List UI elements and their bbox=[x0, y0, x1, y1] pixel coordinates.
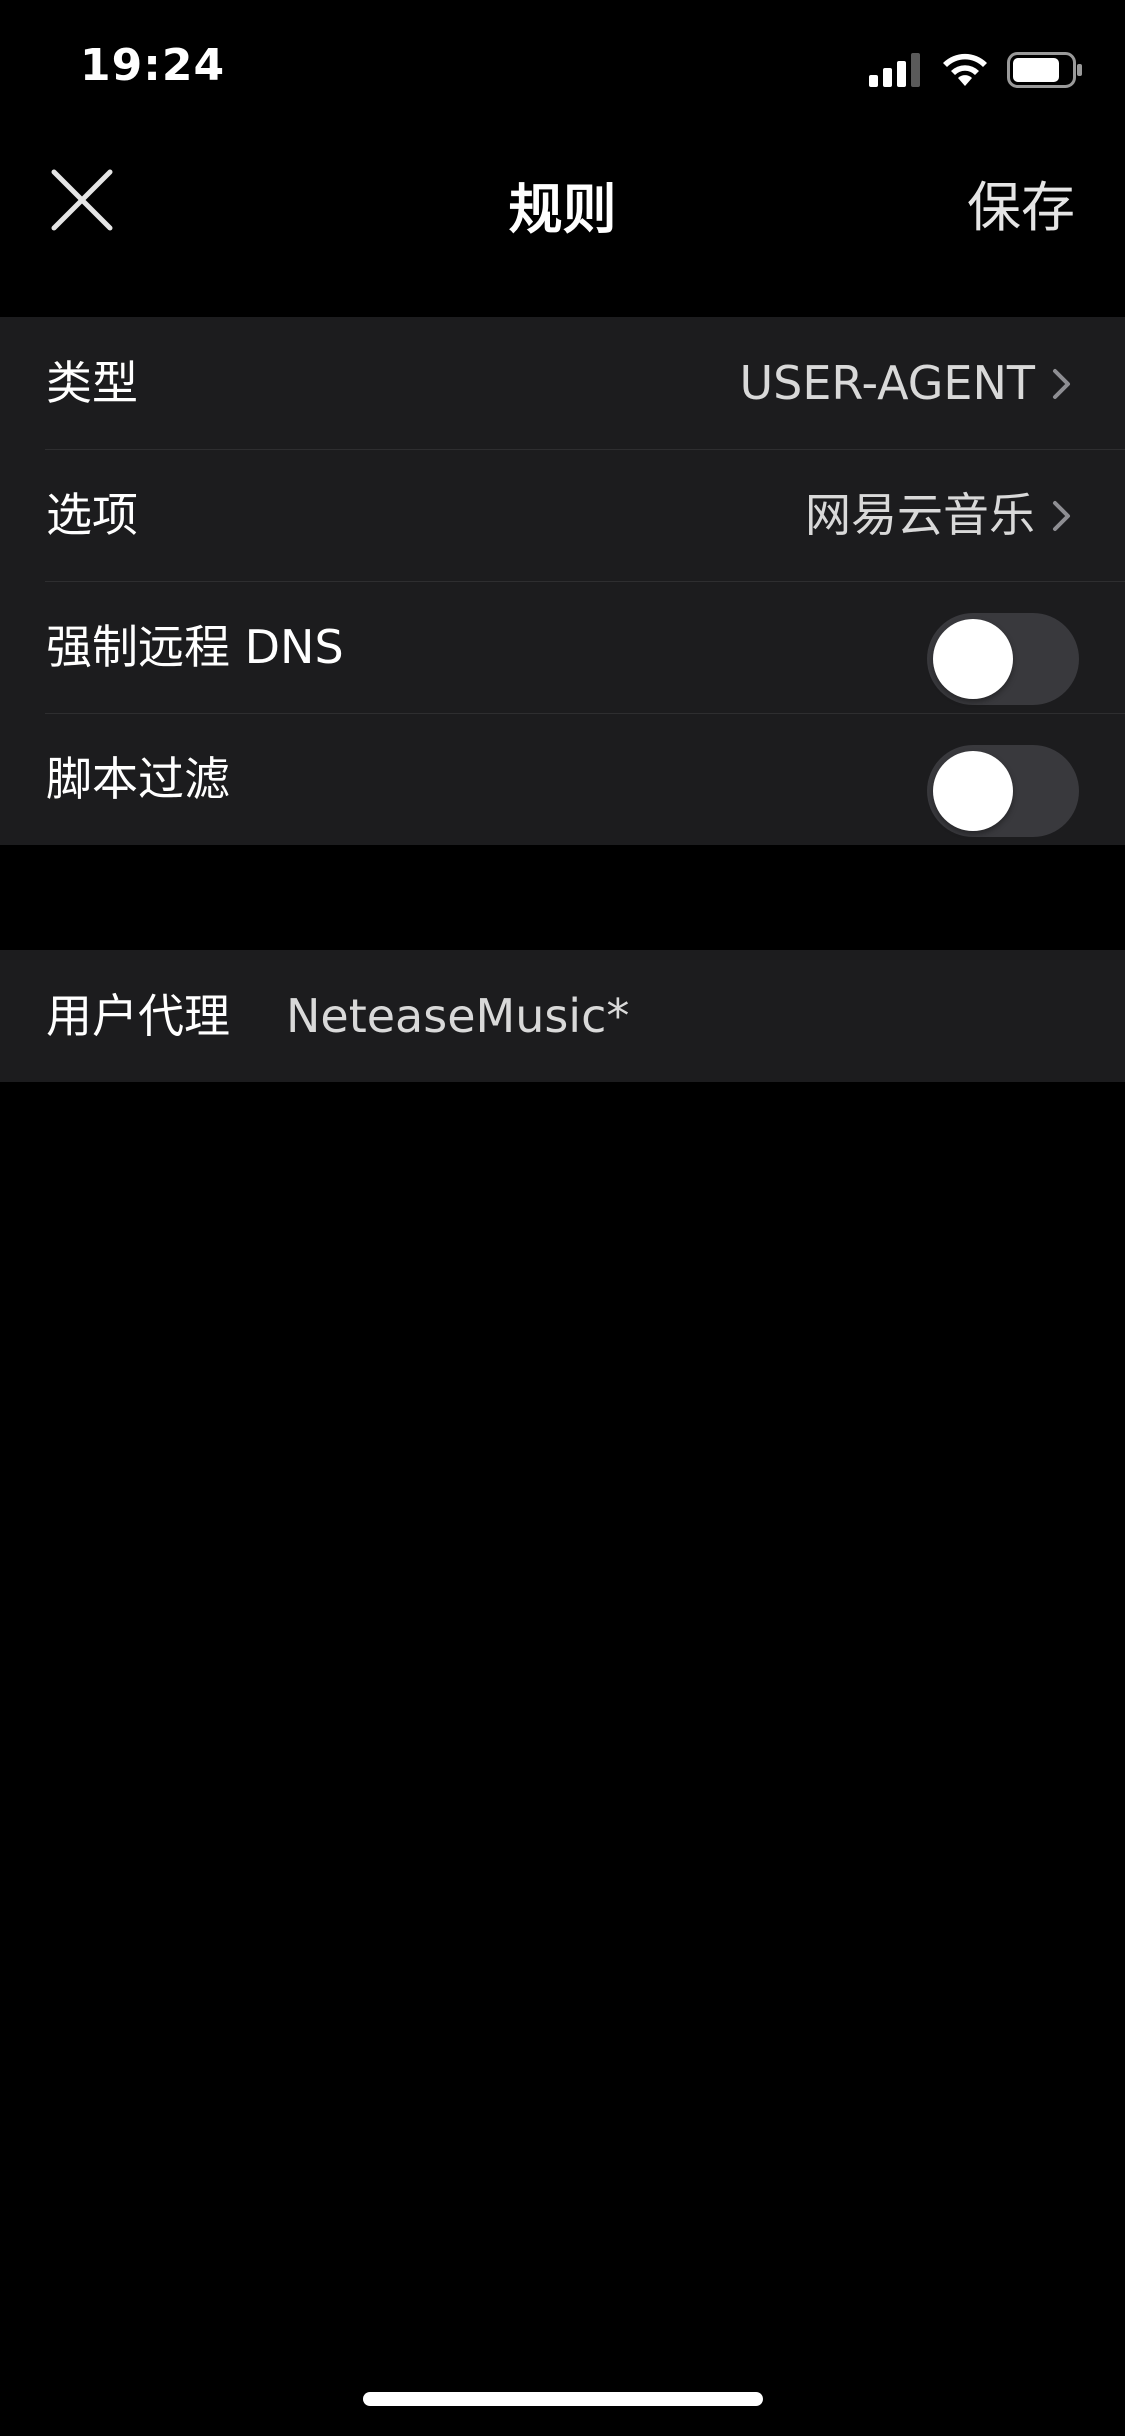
force-remote-dns-row: 强制远程 DNS bbox=[0, 581, 1125, 713]
user-agent-field[interactable]: NeteaseMusic* bbox=[286, 950, 629, 1082]
script-filter-toggle[interactable] bbox=[927, 745, 1079, 837]
script-filter-label: 脚本过滤 bbox=[46, 752, 230, 806]
cellular-signal-icon bbox=[869, 53, 920, 87]
chevron-right-icon bbox=[1053, 501, 1070, 531]
status-icons bbox=[869, 50, 1083, 90]
save-button[interactable]: 保存 bbox=[967, 163, 1075, 242]
rule-edit-screen: 19:24 规则 保存 类型 USER-AGENT 选项 网易云音乐 强制远程 … bbox=[0, 0, 1125, 2436]
script-filter-row: 脚本过滤 bbox=[0, 713, 1125, 845]
status-bar: 19:24 bbox=[0, 0, 1125, 135]
type-row[interactable]: 类型 USER-AGENT bbox=[0, 317, 1125, 449]
user-agent-row[interactable]: 用户代理 NeteaseMusic* bbox=[0, 950, 1125, 1082]
wifi-icon bbox=[943, 53, 987, 86]
type-value: USER-AGENT bbox=[739, 356, 1036, 410]
battery-icon bbox=[1007, 52, 1082, 88]
user-agent-label: 用户代理 bbox=[46, 989, 230, 1043]
force-remote-dns-toggle[interactable] bbox=[927, 613, 1079, 705]
type-label: 类型 bbox=[46, 356, 138, 410]
force-remote-dns-label: 强制远程 DNS bbox=[46, 620, 344, 674]
option-label: 选项 bbox=[46, 488, 138, 542]
user-agent-group: 用户代理 NeteaseMusic* bbox=[0, 950, 1125, 1082]
status-time: 19:24 bbox=[80, 40, 226, 91]
navigation-bar: 规则 保存 bbox=[0, 135, 1125, 315]
chevron-right-icon bbox=[1053, 369, 1070, 399]
page-title: 规则 bbox=[508, 178, 617, 241]
toggle-knob bbox=[933, 751, 1013, 831]
option-row[interactable]: 选项 网易云音乐 bbox=[0, 449, 1125, 581]
toggle-knob bbox=[933, 619, 1013, 699]
rule-settings-group: 类型 USER-AGENT 选项 网易云音乐 强制远程 DNS 脚本过滤 bbox=[0, 317, 1125, 845]
home-indicator[interactable] bbox=[363, 2392, 763, 2406]
option-value: 网易云音乐 bbox=[805, 488, 1035, 542]
